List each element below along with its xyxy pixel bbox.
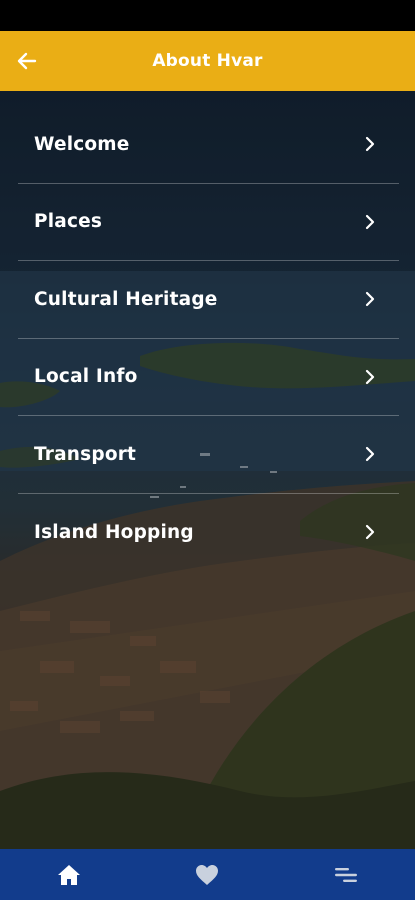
menu-lines-icon bbox=[334, 867, 357, 882]
arrow-left-icon bbox=[17, 52, 37, 70]
chevron-right-icon bbox=[363, 213, 377, 231]
page-title: About Hvar bbox=[152, 51, 263, 71]
nav-home-button[interactable] bbox=[0, 849, 138, 900]
chevron-right-icon bbox=[363, 135, 377, 153]
menu-item-places[interactable]: Places bbox=[18, 184, 399, 261]
chevron-right-icon bbox=[363, 523, 377, 541]
nav-favorites-button[interactable] bbox=[138, 849, 276, 900]
bottom-nav bbox=[0, 849, 415, 900]
menu-item-welcome[interactable]: Welcome bbox=[18, 106, 399, 184]
menu-list: Welcome Places Cultural Heritage Local I… bbox=[18, 106, 399, 571]
menu-item-island-hopping[interactable]: Island Hopping bbox=[18, 494, 399, 572]
chevron-right-icon bbox=[363, 445, 377, 463]
status-bar bbox=[0, 0, 415, 31]
menu-item-label: Places bbox=[34, 211, 103, 233]
chevron-right-icon bbox=[363, 290, 377, 308]
chevron-right-icon bbox=[363, 368, 377, 386]
menu-item-label: Transport bbox=[34, 443, 137, 465]
nav-menu-button[interactable] bbox=[277, 849, 415, 900]
app-header: About Hvar bbox=[0, 31, 415, 91]
menu-item-transport[interactable]: Transport bbox=[18, 416, 399, 494]
home-icon bbox=[58, 864, 81, 885]
menu-item-label: Island Hopping bbox=[34, 521, 194, 543]
menu-item-label: Cultural Heritage bbox=[34, 288, 218, 310]
menu-item-label: Local Info bbox=[34, 366, 138, 388]
menu-item-label: Welcome bbox=[34, 133, 130, 155]
menu-item-local-info[interactable]: Local Info bbox=[18, 339, 399, 416]
back-button[interactable] bbox=[10, 45, 44, 77]
menu-item-cultural-heritage[interactable]: Cultural Heritage bbox=[18, 261, 399, 339]
heart-icon bbox=[196, 864, 219, 885]
